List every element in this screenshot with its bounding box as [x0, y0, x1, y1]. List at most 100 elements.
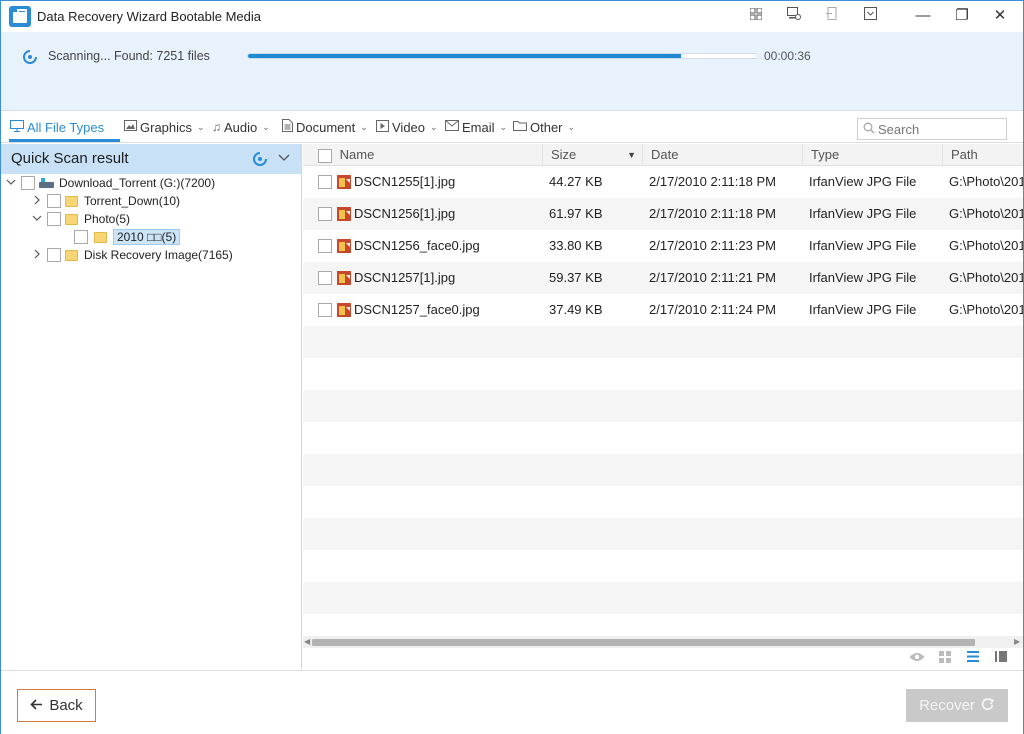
filter-label: Other: [530, 119, 563, 135]
column-header-type[interactable]: Type: [803, 144, 943, 166]
collapse-panel-chevron-icon[interactable]: [277, 150, 291, 167]
filter-label: Document: [296, 119, 356, 135]
file-path: G:\Photo\201: [949, 174, 1023, 189]
scan-progress-bar: [247, 53, 758, 59]
file-list-panel: Name Size ▼ Date Type Path DSCN1255[1].j…: [303, 144, 1023, 669]
chevron-down-icon: ⌄: [360, 121, 368, 132]
tree-title: Quick Scan result: [11, 150, 129, 167]
file-rows: DSCN1255[1].jpg 44.27 KB 2/17/2010 2:11:…: [303, 166, 1023, 646]
preview-eye-icon[interactable]: [909, 651, 925, 665]
close-button[interactable]: ✕: [980, 1, 1020, 31]
file-path: G:\Photo\201: [949, 270, 1023, 285]
chevron-down-icon: ⌄: [567, 121, 576, 132]
tree-node-torrent-down[interactable]: Torrent_Down(10): [31, 192, 180, 210]
detail-view-icon[interactable]: [993, 651, 1009, 665]
tree-checkbox[interactable]: [47, 194, 61, 208]
table-row[interactable]: DSCN1257_face0.jpg 37.49 KB 2/17/2010 2:…: [303, 294, 1023, 326]
column-header-path[interactable]: Path: [943, 144, 1023, 166]
horizontal-scrollbar[interactable]: ◀ ▶: [303, 636, 1023, 648]
filter-video[interactable]: Video ⌄: [376, 117, 438, 137]
tree-checkbox[interactable]: [21, 176, 35, 190]
arrow-left-icon: [30, 697, 43, 714]
file-path: G:\Photo\201: [949, 238, 1023, 253]
row-checkbox[interactable]: [318, 175, 332, 189]
filter-document[interactable]: Document ⌄: [282, 117, 368, 137]
empty-row: [303, 486, 1023, 518]
scan-status-bar: Scanning... Found: 7251 files 00:00:36: [1, 32, 1023, 111]
scrollbar-thumb[interactable]: [312, 639, 975, 646]
folder-icon: [94, 231, 107, 243]
export-icon[interactable]: [820, 5, 844, 27]
file-path: G:\Photo\201: [949, 302, 1023, 317]
table-row[interactable]: DSCN1256_face0.jpg 33.80 KB 2/17/2010 2:…: [303, 230, 1023, 262]
row-checkbox[interactable]: [318, 239, 332, 253]
list-view-icon[interactable]: [965, 651, 981, 665]
file-path: G:\Photo\201: [949, 206, 1023, 221]
row-checkbox[interactable]: [318, 303, 332, 317]
monitor-icon: [10, 119, 24, 135]
filter-label: All File Types: [27, 119, 105, 135]
tree-checkbox[interactable]: [74, 230, 88, 244]
expand-chevron-icon[interactable]: [31, 249, 43, 262]
filter-other[interactable]: Other ⌄: [513, 117, 575, 137]
file-name: DSCN1255[1].jpg: [354, 174, 456, 189]
tree-node-photo[interactable]: Photo(5): [31, 210, 130, 228]
row-checkbox[interactable]: [318, 207, 332, 221]
filter-label: Video: [392, 119, 426, 135]
file-name: DSCN1256_face0.jpg: [354, 238, 480, 253]
scroll-right-arrow-icon[interactable]: ▶: [1014, 637, 1020, 646]
column-header-name[interactable]: Name: [303, 144, 543, 166]
tree-node-2010[interactable]: 2010 □□(5): [74, 228, 181, 246]
chevron-down-icon: ⌄: [499, 121, 508, 132]
filter-all-file-types[interactable]: All File Types: [10, 117, 104, 137]
minimize-button[interactable]: —: [903, 1, 943, 31]
maximize-button[interactable]: ❐: [942, 1, 982, 31]
file-date: 2/17/2010 2:11:21 PM: [649, 270, 776, 285]
file-type: IrfanView JPG File: [809, 238, 917, 253]
chevron-down-icon: ⌄: [430, 121, 438, 132]
chevron-down-icon: ⌄: [262, 121, 270, 132]
table-row[interactable]: DSCN1256[1].jpg 61.97 KB 2/17/2010 2:11:…: [303, 198, 1023, 230]
column-header-size[interactable]: Size ▼: [543, 144, 643, 166]
filter-graphics[interactable]: Graphics ⌄: [124, 117, 205, 137]
filter-audio[interactable]: ♫ Audio ⌄: [212, 117, 270, 137]
empty-row: [303, 422, 1023, 454]
rescan-icon[interactable]: [252, 151, 268, 167]
recover-button[interactable]: Recover: [906, 689, 1008, 722]
file-type: IrfanView JPG File: [809, 302, 917, 317]
filter-email[interactable]: Email ⌄: [445, 117, 507, 137]
dropdown-box-icon[interactable]: [858, 5, 882, 27]
expand-chevron-icon[interactable]: [31, 195, 43, 208]
search-box[interactable]: [857, 118, 1007, 140]
tree-node-disk-recovery-image[interactable]: Disk Recovery Image(7165): [31, 246, 233, 264]
folder-icon: [65, 195, 78, 207]
select-all-checkbox[interactable]: [318, 148, 332, 163]
collapse-chevron-icon[interactable]: [5, 177, 17, 190]
tree-node-drive[interactable]: Download_Torrent (G:)(7200): [5, 174, 215, 192]
thumbnail-grid-icon[interactable]: [937, 651, 953, 665]
column-label: Size: [551, 147, 577, 162]
search-input[interactable]: [878, 121, 1003, 137]
video-icon: [376, 119, 389, 135]
filter-label: Email: [462, 119, 495, 135]
column-header-date[interactable]: Date: [643, 144, 803, 166]
tree-checkbox[interactable]: [47, 248, 61, 262]
windows-icon[interactable]: [744, 5, 768, 27]
tree-checkbox[interactable]: [47, 212, 61, 226]
active-filter-underline: [9, 139, 120, 142]
music-note-icon: ♫: [212, 120, 221, 134]
chevron-down-icon: ⌄: [197, 121, 205, 132]
collapse-chevron-icon[interactable]: [31, 213, 43, 226]
row-checkbox[interactable]: [318, 271, 332, 285]
back-button[interactable]: Back: [17, 689, 96, 722]
file-size: 61.97 KB: [549, 206, 603, 221]
search-icon: [863, 122, 875, 137]
jpg-file-icon: [337, 239, 351, 253]
table-row[interactable]: DSCN1255[1].jpg 44.27 KB 2/17/2010 2:11:…: [303, 166, 1023, 198]
scan-progress-fill: [248, 54, 681, 58]
device-settings-icon[interactable]: [782, 5, 806, 27]
window-title: Data Recovery Wizard Bootable Media: [37, 9, 261, 24]
scroll-left-arrow-icon[interactable]: ◀: [304, 637, 310, 646]
file-date: 2/17/2010 2:11:23 PM: [649, 238, 776, 253]
table-row[interactable]: DSCN1257[1].jpg 59.37 KB 2/17/2010 2:11:…: [303, 262, 1023, 294]
